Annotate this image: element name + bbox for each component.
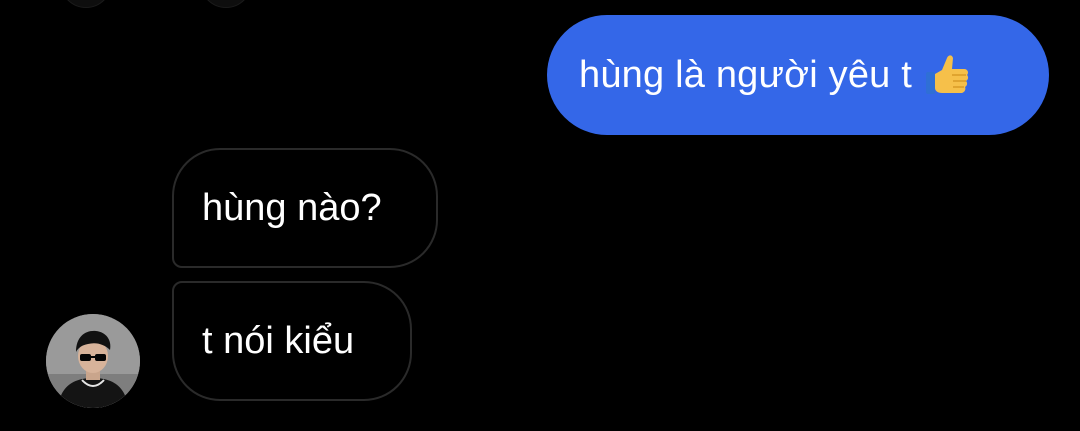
received-message-text: hùng nào? [202,186,382,229]
received-message-text: t nói kiểu [202,319,355,362]
partial-avatar-top-left [60,0,112,8]
partial-avatar-top-right [200,0,252,8]
received-message-bubble[interactable]: t nói kiểu [172,281,412,401]
received-message-bubble[interactable]: hùng nào? [172,148,438,268]
thumbs-up-icon [922,50,972,100]
sent-message-bubble[interactable]: hùng là người yêu t [547,15,1049,135]
avatar[interactable] [46,314,140,408]
sent-message-text: hùng là người yêu t [579,53,913,96]
